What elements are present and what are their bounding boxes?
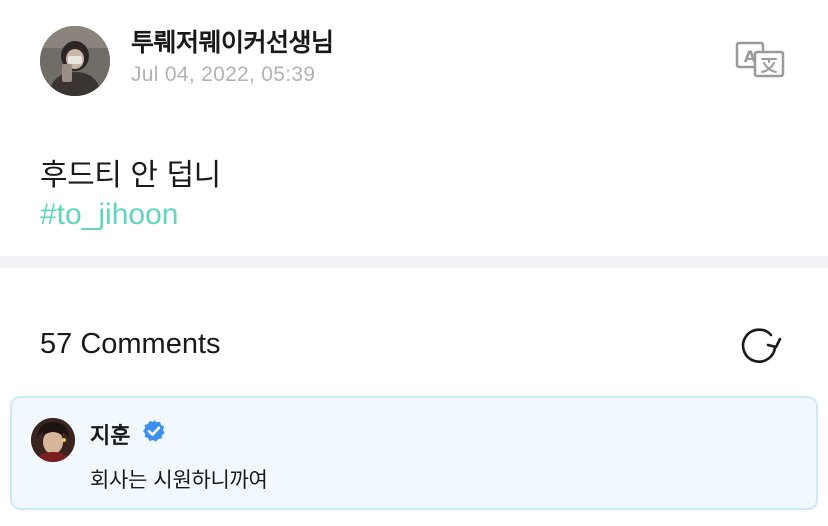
- translate-button[interactable]: A: [734, 40, 786, 78]
- post-body: 후드티 안 덥니: [40, 158, 221, 193]
- verified-badge-icon: [142, 419, 166, 443]
- translate-icon: A: [735, 41, 785, 78]
- refresh-icon: [741, 328, 782, 363]
- author-avatar-image: [40, 26, 110, 96]
- author-name[interactable]: 투뤠저뭬이커선생님: [131, 23, 334, 59]
- post: 투뤠저뭬이커선생님 Jul 04, 2022, 05:39 A 후드티 안 덥니…: [0, 0, 828, 256]
- comment-author[interactable]: 지훈: [90, 418, 130, 450]
- post-date: Jul 04, 2022, 05:39: [131, 63, 316, 86]
- comment-item[interactable]: 지훈 회사는 시원하니까여: [10, 396, 818, 510]
- comment-avatar[interactable]: [31, 418, 75, 462]
- comment-avatar-image: [31, 418, 75, 462]
- section-divider: [0, 256, 828, 268]
- comments-count: 57 Comments: [40, 328, 221, 360]
- author-avatar[interactable]: [40, 26, 110, 96]
- comments-header: 57 Comments: [0, 268, 828, 388]
- post-hashtag[interactable]: #to_jihoon: [40, 198, 178, 232]
- refresh-button[interactable]: [740, 326, 782, 366]
- comment-text: 회사는 시원하니까여: [90, 468, 268, 492]
